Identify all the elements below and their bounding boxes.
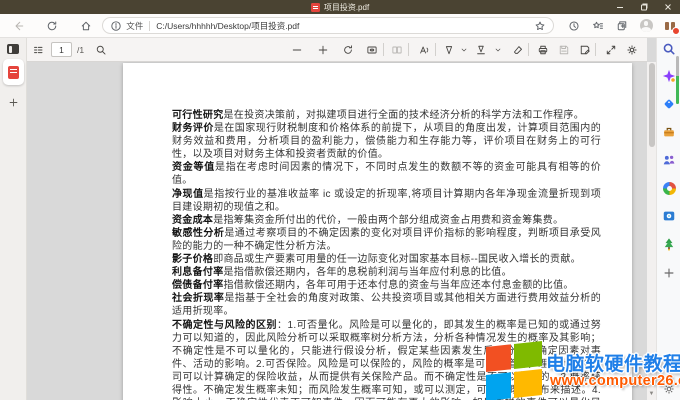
pdf-viewport[interactable]: 可行性研究是在投资决策前，对拟建项目进行全面的技术经济分析的科学方法和工作程序。… [27, 62, 647, 400]
document-paragraph: 利息备付率是指借款偿还期内，各年的息税前利润与当年应付利息的比值。 [172, 266, 601, 279]
document-paragraph: 偿债备付率指借款偿还期内，各年可用于还本付息的资金与当年应还本付息金额的比值。 [172, 279, 601, 292]
pdf-file-icon [311, 3, 320, 12]
pdf-toolbar: /1 [27, 38, 647, 62]
page-total-label: /1 [77, 45, 84, 55]
info-icon[interactable] [110, 20, 122, 32]
add-favorite-icon[interactable] [534, 20, 546, 32]
profile-avatar[interactable] [636, 16, 656, 36]
browser-tab[interactable]: 项目投资.pdf [311, 2, 369, 13]
document-paragraph: 资金成本是指筹集资金所付出的代价，一般由两个部分组成资金占用费和资金筹集费。 [172, 214, 601, 227]
url-text[interactable]: C:/Users/hhhhh/Desktop/项目投资.pdf [156, 20, 530, 32]
document-paragraph: 敏感性分析是通过考察项目的不确定因素的变化对项目评价指标的影响程度，判断项目承受… [172, 227, 601, 253]
favorites-icon[interactable] [588, 16, 608, 36]
address-bar[interactable]: 文件 C:/Users/hhhhh/Desktop/项目投资.pdf [102, 17, 554, 34]
read-aloud-icon[interactable] [416, 42, 432, 58]
pdf-tab-icon [8, 66, 19, 79]
address-divider [149, 21, 150, 31]
document-paragraph: 社会折现率是指基于全社会的角度对政策、公共投资项目或其他相关方面进行费用效益分析… [172, 292, 601, 318]
sidebar-tree-icon[interactable] [662, 237, 676, 251]
draw-icon[interactable] [441, 42, 457, 58]
fullscreen-icon[interactable] [603, 42, 619, 58]
restore-button[interactable] [632, 0, 656, 14]
sidebar-settings-icon[interactable] [662, 382, 676, 396]
address-toolbar: 文件 C:/Users/hhhhh/Desktop/项目投资.pdf [0, 14, 680, 38]
back-icon[interactable] [8, 16, 29, 36]
page-view-icon[interactable] [389, 42, 405, 58]
tab-actions-icon[interactable] [7, 44, 19, 54]
history-icon[interactable] [564, 16, 584, 36]
extension-icon[interactable] [660, 16, 680, 36]
vertical-tabs-strip [0, 38, 27, 400]
pdf-scrollbar-thumb[interactable] [649, 63, 655, 147]
document-paragraphs: 可行性研究是在投资决策前，对拟建项目进行全面的技术经济分析的科学方法和工作程序。… [172, 109, 601, 400]
sidebar-people-icon[interactable] [662, 153, 676, 167]
save-as-icon[interactable] [577, 42, 593, 58]
save-icon[interactable] [556, 42, 572, 58]
url-scheme-label: 文件 [126, 20, 143, 32]
document-paragraph: 财务评价是在国家现行财税制度和价格体系的前提下，从项目的角度出发，计算项目范围内… [172, 122, 601, 161]
scroll-down-icon[interactable]: ▼ [648, 391, 655, 397]
collections-icon[interactable] [612, 16, 632, 36]
sidebar-games-icon[interactable] [662, 181, 676, 195]
document-paragraph: 净现值是指按行业的基准收益率 ic 或设定的折现率,将项目计算期内各年净现金流量… [172, 188, 601, 214]
sidebar-copilot-icon[interactable] [662, 69, 676, 83]
highlight-icon[interactable] [473, 42, 489, 58]
sidebar-scroll-indicator [676, 56, 679, 104]
pdf-scrollbar[interactable]: ▼ [647, 62, 656, 400]
notification-badge [672, 27, 680, 35]
browser-window: 项目投资.pdf 文件 C:/Users/hhhhh/Desktop/项目投资.… [0, 0, 680, 400]
document-paragraph: 可行性研究是在投资决策前，对拟建项目进行全面的技术经济分析的科学方法和工作程序。 [172, 109, 601, 122]
page-number-input[interactable] [51, 42, 72, 57]
document-paragraph: 资金等值是指在考虑时间因素的情况下，不同时点发生的数额不等的资金可能具有相等的价… [172, 161, 601, 187]
close-button[interactable] [656, 0, 680, 14]
tab-title: 项目投资.pdf [324, 2, 369, 13]
document-paragraph: 影子价格即商品或生产要素可用量的任一边际变化对国家基本目标--国民收入增长的贡献… [172, 253, 601, 266]
fit-to-width-icon[interactable] [364, 42, 380, 58]
edge-sidebar [656, 38, 680, 400]
pdf-page: 可行性研究是在投资决策前，对拟建项目进行全面的技术经济分析的科学方法和工作程序。… [123, 63, 632, 400]
home-icon[interactable] [75, 16, 96, 36]
zoom-out-icon[interactable] [289, 42, 305, 58]
rotate-icon[interactable] [340, 42, 356, 58]
sidebar-add-icon[interactable] [662, 266, 676, 280]
erase-icon[interactable] [510, 42, 526, 58]
sidebar-search-icon[interactable] [662, 42, 676, 56]
sidebar-image-creator-icon[interactable] [662, 209, 676, 223]
pdf-settings-icon[interactable] [624, 42, 640, 58]
highlight-chevron-icon[interactable] [490, 42, 506, 58]
sidebar-shopping-icon[interactable] [662, 97, 676, 111]
titlebar: 项目投资.pdf [0, 0, 680, 14]
minimize-button[interactable] [608, 0, 632, 14]
zoom-in-icon[interactable] [315, 42, 331, 58]
toc-icon[interactable] [31, 42, 47, 58]
new-tab-button[interactable] [7, 96, 20, 109]
print-icon[interactable] [535, 42, 551, 58]
sidebar-tools-icon[interactable] [662, 125, 676, 139]
document-paragraph: 不确定性与风险的区别：1.可否量化。风险是可以量化的，即其发生的概率是已知的或通… [172, 319, 601, 400]
refresh-icon[interactable] [41, 16, 62, 36]
draw-chevron-icon[interactable] [456, 42, 472, 58]
search-document-icon[interactable] [93, 42, 109, 58]
active-pdf-tab[interactable] [3, 59, 24, 85]
